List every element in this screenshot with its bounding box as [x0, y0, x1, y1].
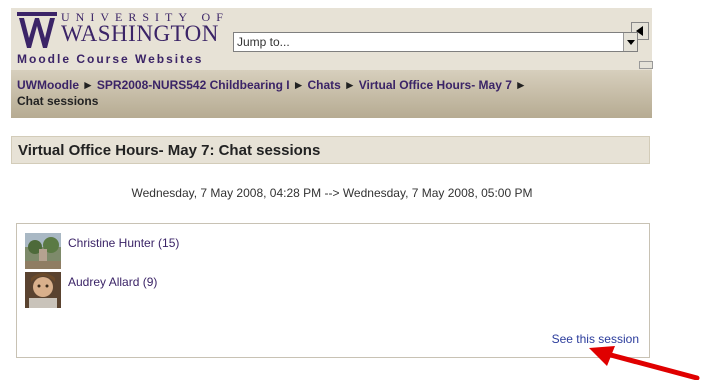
breadcrumb-link-uwmoodle[interactable]: UWMoodle [17, 78, 79, 92]
avatar[interactable] [25, 233, 61, 269]
breadcrumb-link-office-hours[interactable]: Virtual Office Hours- May 7 [359, 78, 512, 92]
red-arrow-annotation-icon [589, 346, 700, 380]
breadcrumb-current: Chat sessions [17, 94, 99, 108]
session-date-range: Wednesday, 7 May 2008, 04:28 PM --> Wedn… [131, 186, 533, 200]
logo-washington-text: WASHINGTON [61, 21, 219, 46]
chat-session-box: Christine Hunter (15) Audrey Allard (9) … [16, 223, 650, 358]
page-title-bar: Virtual Office Hours- May 7: Chat sessio… [11, 136, 650, 164]
breadcrumb-bar: UWMoodle ► SPR2008-NURS542 Childbearing I ►… [11, 70, 652, 118]
avatar[interactable] [25, 272, 61, 308]
breadcrumb-separator-icon: ► [292, 78, 305, 92]
logo-subtitle-text: Moodle Course Websites [17, 52, 204, 66]
uw-w-logo-icon [17, 12, 57, 48]
participant-name[interactable]: Christine Hunter (15) [68, 236, 179, 250]
breadcrumb: UWMoodle ► SPR2008-NURS542 Childbearing I ►… [17, 77, 637, 109]
breadcrumb-link-chats[interactable]: Chats [308, 78, 341, 92]
breadcrumb-link-course[interactable]: SPR2008-NURS542 Childbearing I [97, 78, 290, 92]
breadcrumb-separator-icon: ► [514, 78, 527, 92]
breadcrumb-separator-icon: ► [343, 78, 356, 92]
chevron-down-icon[interactable] [623, 33, 637, 51]
scroll-down-button[interactable] [639, 61, 653, 69]
jump-to-select[interactable]: Jump to... [233, 32, 638, 52]
university-logo[interactable]: UNIVERSITY OF WASHINGTON Moodle Course W… [13, 10, 243, 68]
jump-to-value: Jump to... [237, 35, 290, 49]
breadcrumb-separator-icon: ► [82, 78, 94, 92]
page-title: Virtual Office Hours- May 7: Chat sessio… [18, 142, 321, 159]
participant-name[interactable]: Audrey Allard (9) [68, 275, 157, 289]
